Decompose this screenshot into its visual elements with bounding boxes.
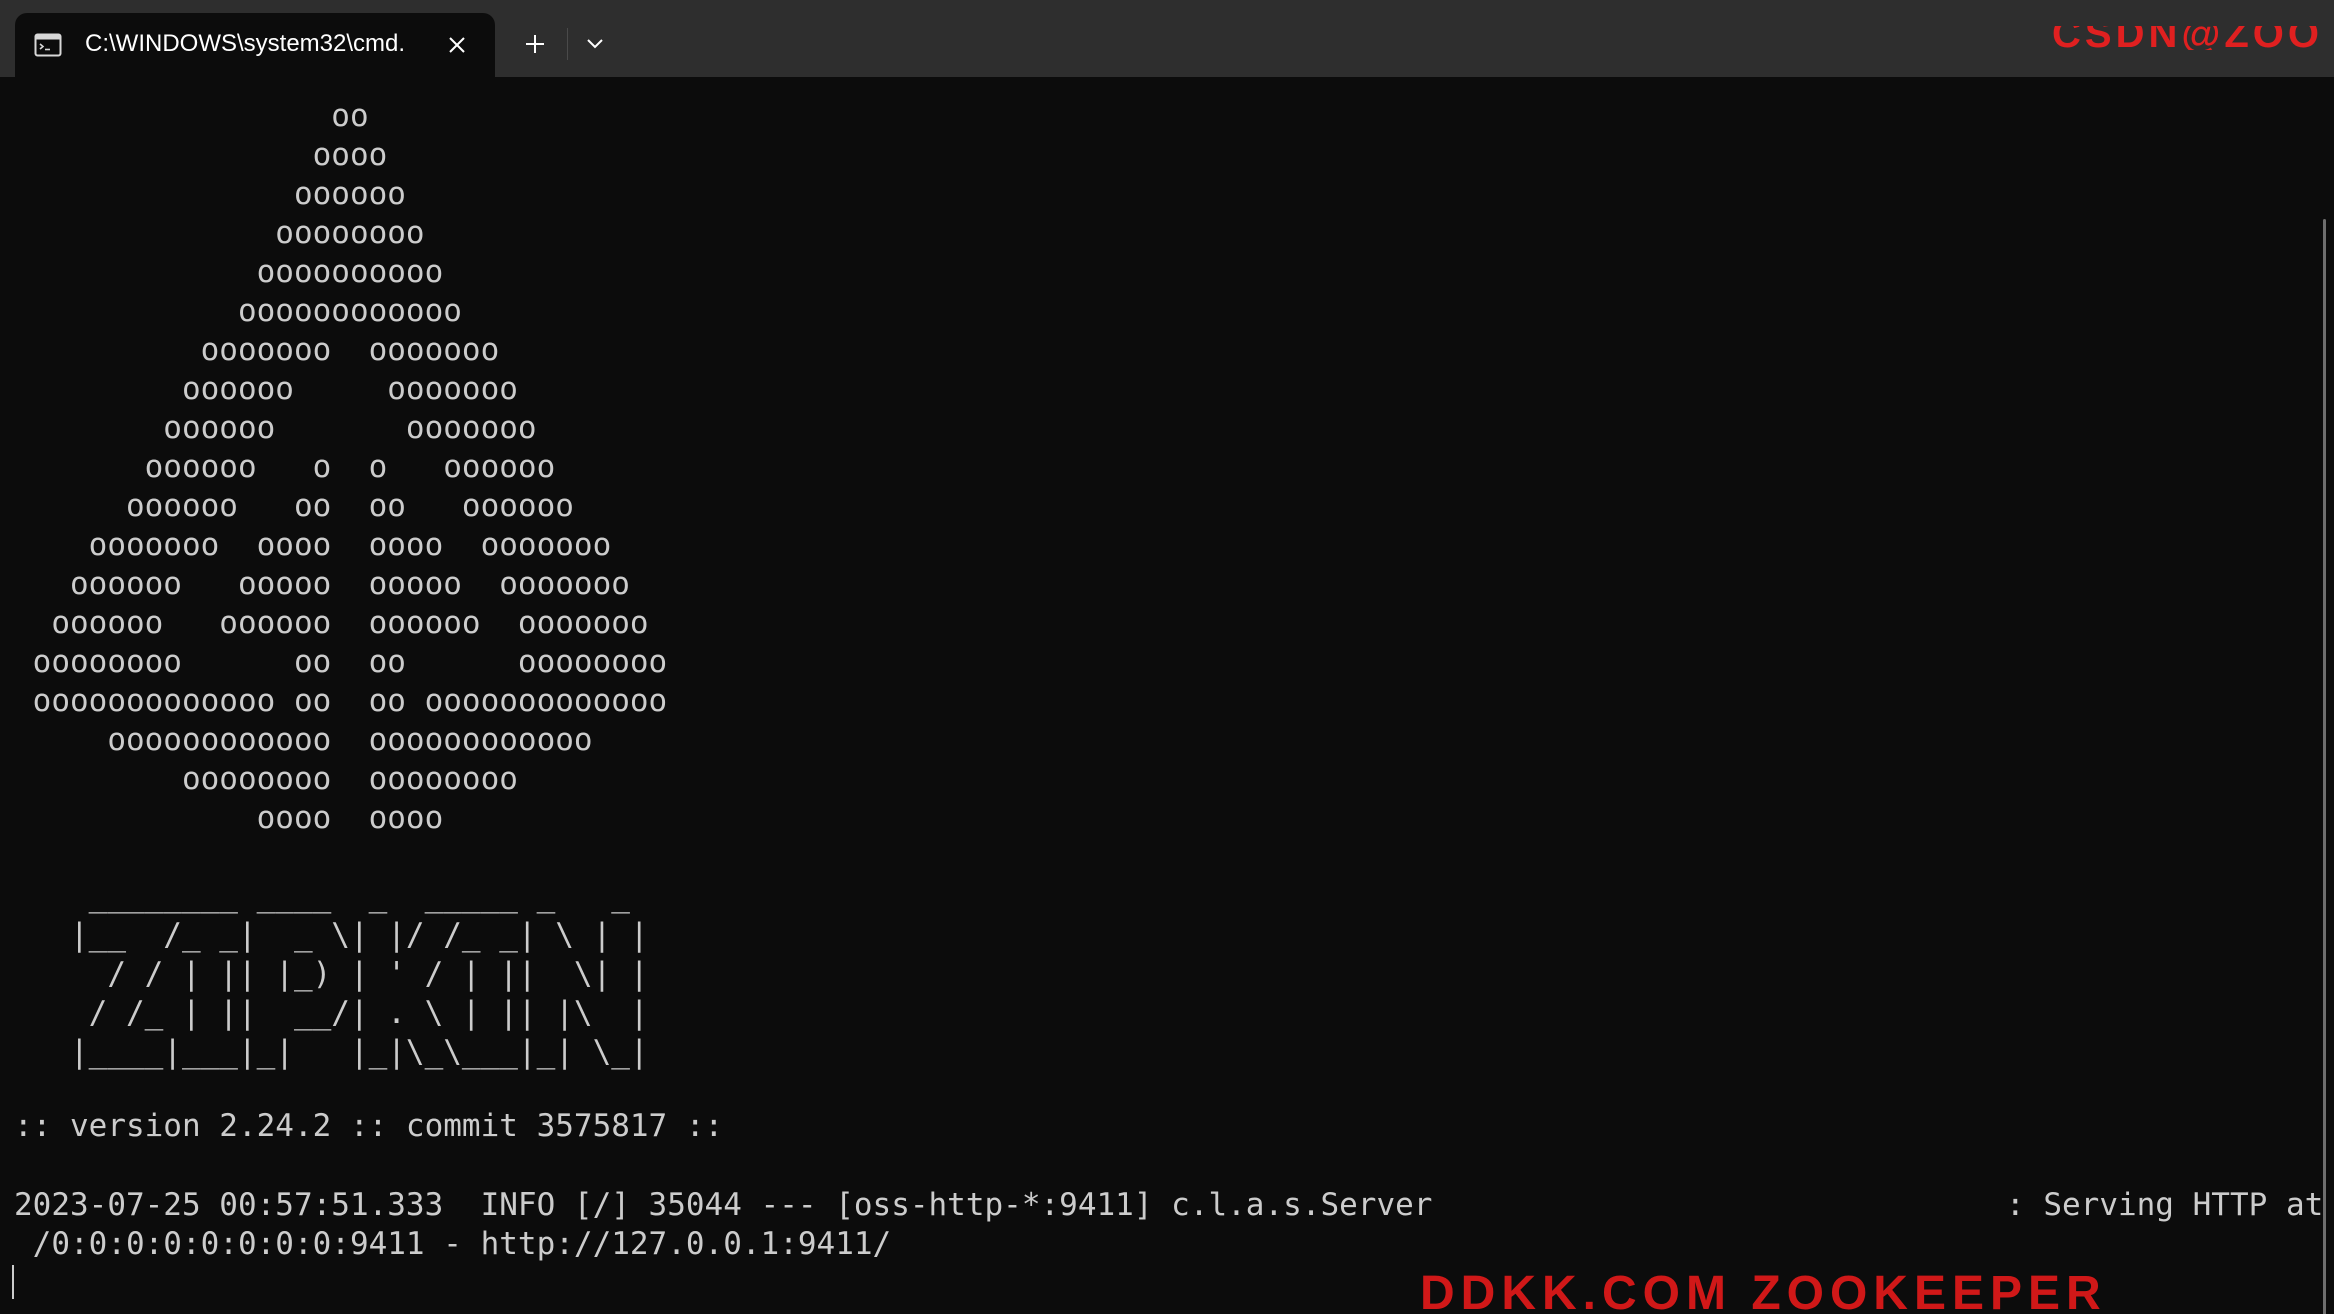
log-line: 2023-07-25 00:57:51.333 INFO [/] 35044 -… <box>14 1187 1433 1223</box>
tab-cmd[interactable]: C:\WINDOWS\system32\cmd. <box>15 13 495 77</box>
terminal-window: C:\WINDOWS\system32\cmd. CSDN@ZOOKE <box>0 0 2334 1314</box>
scrollbar-thumb[interactable] <box>2323 219 2326 1314</box>
watermark-overlay-top: CSDN@ZOOKE <box>2052 26 2322 50</box>
terminal-output[interactable]: oo oooo oooooo oooooooo oooooooooo ooooo… <box>0 77 2334 1314</box>
version-line: :: version 2.24.2 :: commit 3575817 :: <box>14 1108 724 1144</box>
title-bar: C:\WINDOWS\system32\cmd. CSDN@ZOOKE <box>0 0 2334 77</box>
terminal-icon <box>34 31 62 59</box>
log-line-continuation: /0:0:0:0:0:0:0:0:9411 - http://127.0.0.1… <box>14 1226 892 1262</box>
tab-divider <box>567 28 568 60</box>
tab-close-button[interactable] <box>441 29 473 61</box>
tab-dropdown-button[interactable] <box>575 24 615 64</box>
plus-icon <box>526 35 544 53</box>
close-icon <box>449 37 465 53</box>
chevron-down-icon <box>587 39 603 49</box>
zipkin-ascii-logo: oo oooo oooooo oooooooo oooooooooo ooooo… <box>32 98 668 1070</box>
text-cursor <box>12 1265 14 1299</box>
new-tab-button[interactable] <box>515 24 555 64</box>
tab-title: C:\WINDOWS\system32\cmd. <box>85 30 406 57</box>
watermark-overlay-bottom: DDKK.COM ZOOKEEPER <box>1420 1267 2107 1314</box>
log-line-tail: : Serving HTTP at <box>2006 1187 2324 1223</box>
scrollbar[interactable] <box>2318 77 2334 1314</box>
